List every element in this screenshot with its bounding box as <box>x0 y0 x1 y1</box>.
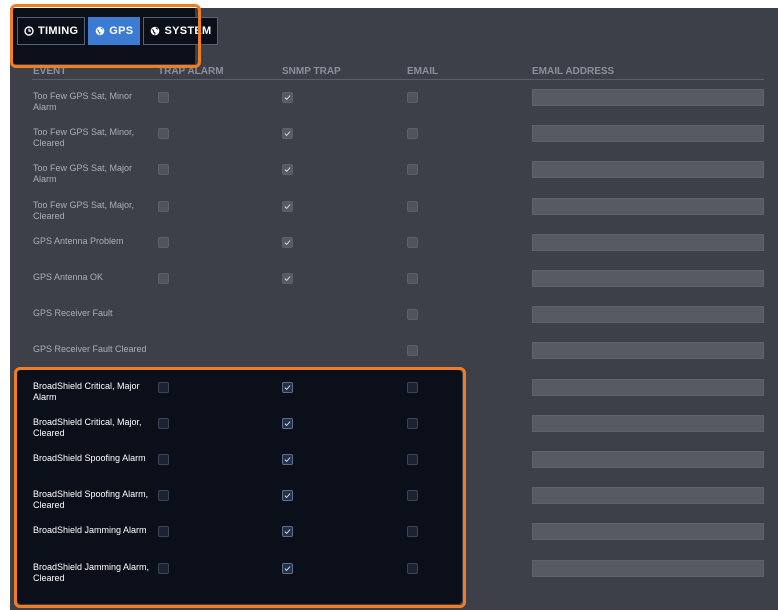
trap-alarm-checkbox[interactable] <box>158 562 169 574</box>
column-header-event: EVENT <box>33 66 67 77</box>
event-label: BroadShield Spoofing Alarm, Cleared <box>33 489 149 511</box>
tab-label: TIMING <box>38 25 79 37</box>
email-address-input[interactable] <box>532 270 764 287</box>
column-header-trap-alarm: TRAP ALARM <box>158 66 224 77</box>
event-label: Too Few GPS Sat, Major Alarm <box>33 163 133 185</box>
snmp-trap-checkbox[interactable] <box>282 236 293 248</box>
snmp-trap-checkbox[interactable] <box>282 490 293 502</box>
event-label: GPS Antenna Problem <box>33 235 124 246</box>
trap-alarm-checkbox[interactable] <box>158 128 169 140</box>
event-label: GPS Receiver Fault <box>33 308 113 319</box>
email-address-input[interactable] <box>532 414 764 432</box>
event-label: BroadShield Critical, Major, Cleared <box>33 416 142 438</box>
event-row: BroadShield Spoofing Alarm, Cleared <box>0 486 778 522</box>
event-row: BroadShield Jamming Alarm <box>0 522 778 558</box>
tab-label: GPS <box>109 25 134 37</box>
event-row: BroadShield Spoofing Alarm <box>0 450 778 486</box>
trap-alarm-checkbox[interactable] <box>158 417 169 429</box>
email-checkbox[interactable] <box>407 526 418 538</box>
event-row: BroadShield Critical, Major Alarm <box>0 378 778 414</box>
snmp-trap-checkbox[interactable] <box>282 273 293 284</box>
event-row: GPS Antenna OK <box>0 269 778 305</box>
email-checkbox[interactable] <box>407 454 418 465</box>
email-checkbox[interactable] <box>407 309 418 321</box>
column-header-email-address: EMAIL ADDRESS <box>532 66 615 77</box>
email-checkbox[interactable] <box>407 381 418 393</box>
snmp-trap-checkbox[interactable] <box>282 526 293 538</box>
email-address-input[interactable] <box>532 451 764 468</box>
event-label: GPS Receiver Fault Cleared <box>33 344 147 355</box>
trap-alarm-checkbox[interactable] <box>158 200 169 212</box>
email-checkbox[interactable] <box>407 490 418 502</box>
trap-alarm-checkbox[interactable] <box>158 490 169 502</box>
header-divider <box>32 79 764 80</box>
clock-icon <box>24 26 34 36</box>
globe-icon <box>150 26 160 36</box>
trap-alarm-checkbox[interactable] <box>158 454 169 465</box>
email-checkbox[interactable] <box>407 200 418 212</box>
event-row: BroadShield Jamming Alarm, Cleared <box>0 559 778 595</box>
event-row: Too Few GPS Sat, Minor Alarm <box>0 88 778 124</box>
trap-alarm-checkbox[interactable] <box>158 381 169 393</box>
email-checkbox[interactable] <box>407 128 418 140</box>
email-address-input[interactable] <box>532 342 764 360</box>
email-checkbox[interactable] <box>407 417 418 429</box>
tab-label: SYSTEM <box>164 25 212 37</box>
snmp-trap-checkbox[interactable] <box>282 562 293 574</box>
tab-gps[interactable]: GPS <box>88 17 141 45</box>
email-address-input[interactable] <box>532 89 764 106</box>
event-label: Too Few GPS Sat, Minor Alarm <box>33 91 133 112</box>
event-label: Too Few GPS Sat, Major, Cleared <box>33 199 135 221</box>
trap-alarm-checkbox[interactable] <box>158 273 169 284</box>
column-header-email: EMAIL <box>407 66 439 77</box>
email-address-input[interactable] <box>532 523 764 541</box>
email-checkbox[interactable] <box>407 164 418 176</box>
event-row: Too Few GPS Sat, Major Alarm <box>0 160 778 196</box>
event-label: GPS Antenna OK <box>33 272 104 282</box>
event-row: BroadShield Critical, Major, Cleared <box>0 414 778 450</box>
snmp-trap-checkbox[interactable] <box>282 164 293 176</box>
event-label: BroadShield Jamming Alarm <box>33 525 147 536</box>
tab-system[interactable]: SYSTEM <box>143 17 219 45</box>
tab-timing[interactable]: TIMING <box>17 17 86 45</box>
event-label: BroadShield Spoofing Alarm <box>33 453 146 463</box>
email-checkbox[interactable] <box>407 236 418 248</box>
email-address-input[interactable] <box>532 125 764 143</box>
event-label: BroadShield Critical, Major Alarm <box>33 380 140 402</box>
email-address-input[interactable] <box>532 487 764 505</box>
email-checkbox[interactable] <box>407 92 418 103</box>
email-address-input[interactable] <box>532 161 764 179</box>
event-row: GPS Receiver Fault <box>0 305 778 341</box>
snmp-trap-checkbox[interactable] <box>282 381 293 393</box>
email-address-input[interactable] <box>532 306 764 324</box>
trap-alarm-checkbox[interactable] <box>158 526 169 538</box>
event-row: Too Few GPS Sat, Minor, Cleared <box>0 124 778 160</box>
email-address-input[interactable] <box>532 233 764 251</box>
email-checkbox[interactable] <box>407 273 418 284</box>
email-address-input[interactable] <box>532 197 764 215</box>
trap-alarm-checkbox[interactable] <box>158 164 169 176</box>
globe-icon <box>95 26 105 36</box>
event-label: BroadShield Jamming Alarm, Cleared <box>33 561 150 583</box>
event-row: Too Few GPS Sat, Major, Cleared <box>0 197 778 233</box>
snmp-trap-checkbox[interactable] <box>282 128 293 140</box>
tab-list: TIMING GPS SYSTEM <box>17 17 219 47</box>
email-address-input[interactable] <box>532 559 764 577</box>
trap-alarm-checkbox[interactable] <box>158 92 169 103</box>
event-label: Too Few GPS Sat, Minor, Cleared <box>33 127 135 149</box>
snmp-trap-checkbox[interactable] <box>282 454 293 465</box>
snmp-trap-checkbox[interactable] <box>282 200 293 212</box>
email-checkbox[interactable] <box>407 562 418 574</box>
event-row: GPS Antenna Problem <box>0 233 778 269</box>
snmp-trap-checkbox[interactable] <box>282 92 293 103</box>
snmp-trap-checkbox[interactable] <box>282 417 293 429</box>
trap-alarm-checkbox[interactable] <box>158 236 169 248</box>
event-row: GPS Receiver Fault Cleared <box>0 341 778 377</box>
email-address-input[interactable] <box>532 378 764 396</box>
email-checkbox[interactable] <box>407 345 418 357</box>
column-header-snmp-trap: SNMP TRAP <box>282 66 341 77</box>
